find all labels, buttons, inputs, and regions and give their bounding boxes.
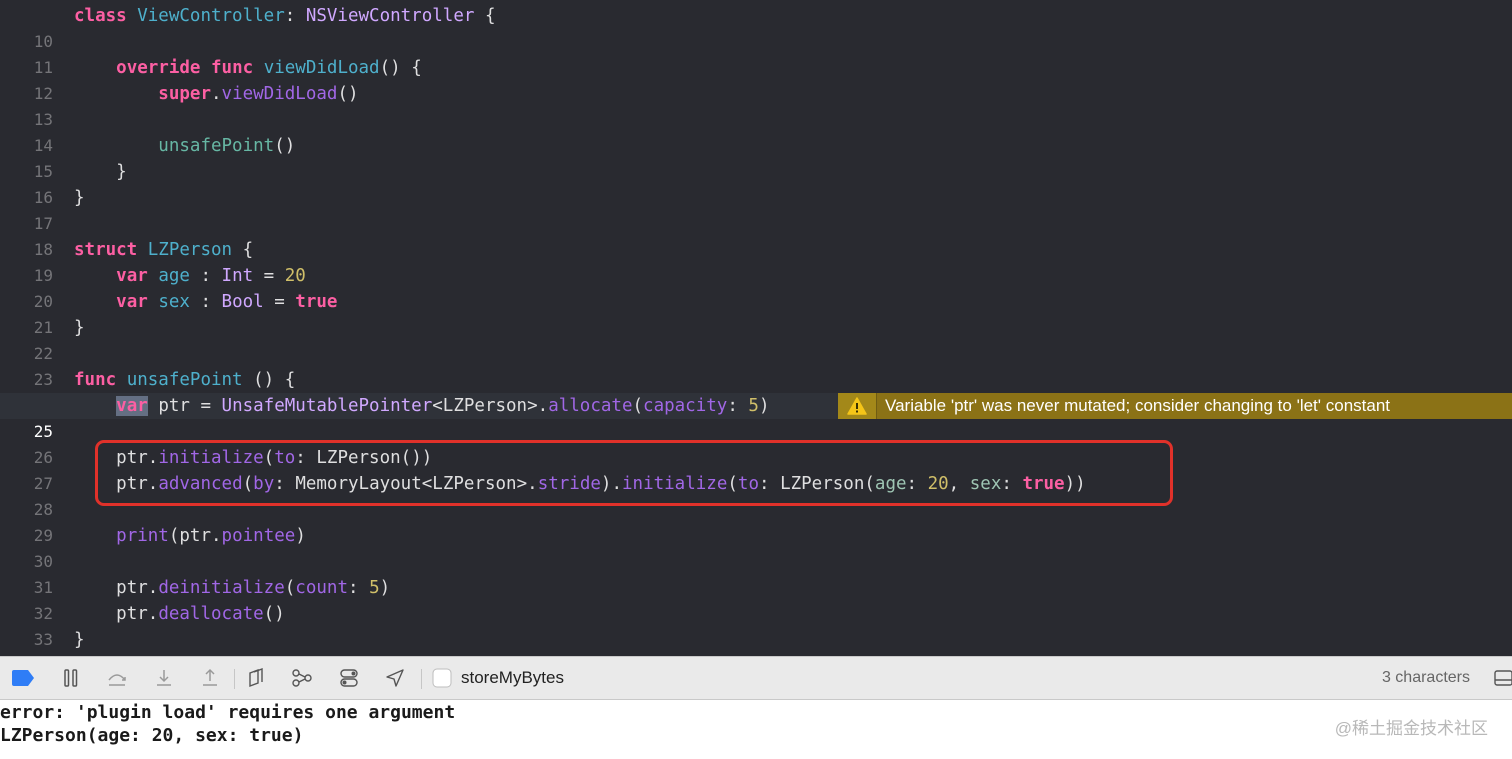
code-line[interactable]: 23: [0, 341, 1512, 389]
code-line[interactable]: 18: [0, 211, 1512, 259]
inline-warning[interactable]: Variable 'ptr' was never mutated; consid…: [838, 393, 1512, 419]
debug-console[interactable]: error: 'plugin load' requires one argume…: [0, 700, 1512, 759]
toolbar-divider: [234, 669, 235, 689]
selected-token: var: [116, 396, 148, 416]
step-into-icon[interactable]: [151, 665, 177, 691]
line-code: func unsafePoint () {: [74, 370, 296, 390]
line-code: override func viewDidLoad() {: [116, 58, 422, 78]
code-line[interactable]: 34 }: [0, 627, 1512, 653]
line-code: ptr.deallocate(): [116, 604, 285, 624]
character-count: 3 characters: [1381, 669, 1470, 686]
debug-process-label[interactable]: storeMyBytes: [461, 668, 564, 688]
warning-message: Variable 'ptr' was never mutated; consid…: [885, 396, 1391, 415]
line-code: class ViewController: NSViewController {: [74, 6, 496, 26]
code-line[interactable]: 20 var age : Int = 20: [0, 263, 1512, 311]
warning-triangle-icon[interactable]: [838, 393, 877, 419]
code-editor[interactable]: 10 class ViewController: NSViewControlle…: [0, 0, 1512, 656]
line-code: }: [74, 630, 85, 650]
debug-toolbar: storeMyBytes 3 characters: [0, 656, 1512, 700]
code-line[interactable]: 22 }: [0, 315, 1512, 363]
line-code: }: [74, 318, 85, 338]
console-line: LZPerson(age: 20, sex: true): [0, 725, 304, 746]
process-app-icon[interactable]: [430, 665, 454, 691]
pause-icon[interactable]: [58, 665, 84, 691]
watermark: @稀土掘金技术社区: [1334, 719, 1488, 738]
code-line[interactable]: 33 ptr.deallocate(): [0, 601, 1512, 649]
code-line[interactable]: 15 unsafePoint(): [0, 133, 1512, 181]
code-line[interactable]: 12 override func viewDidLoad() {: [0, 55, 1512, 103]
code-line[interactable]: 13 super.viewDidLoad(): [0, 81, 1512, 129]
code-line[interactable]: 31: [0, 549, 1512, 597]
environment-overrides-icon[interactable]: [336, 665, 362, 691]
line-code: }: [116, 162, 127, 182]
line-code: var age : Int = 20: [116, 266, 306, 286]
toolbar-divider: [421, 669, 422, 689]
breakpoints-toggle-icon[interactable]: [10, 665, 36, 691]
code-line[interactable]: 19 struct LZPerson {: [0, 237, 1512, 285]
view-hierarchy-icon[interactable]: [243, 665, 269, 691]
annotation-highlight-box: [95, 440, 1173, 506]
line-code: struct LZPerson {: [74, 240, 254, 260]
line-code: print(ptr.pointee): [116, 526, 306, 546]
code-line[interactable]: 24 func unsafePoint () {: [0, 367, 1512, 415]
toggle-console-icon[interactable]: [1492, 665, 1512, 691]
code-line[interactable]: 17 }: [0, 185, 1512, 233]
code-line[interactable]: 16 }: [0, 159, 1512, 207]
memory-graph-icon[interactable]: [289, 665, 315, 691]
step-over-icon[interactable]: [104, 665, 130, 691]
line-code: super.viewDidLoad(): [158, 84, 359, 104]
line-code: var ptr = UnsafeMutablePointer<LZPerson>…: [116, 396, 770, 416]
code-line[interactable]: 32 ptr.deinitialize(count: 5): [0, 575, 1512, 623]
step-out-icon[interactable]: [197, 665, 223, 691]
code-line[interactable]: 30 print(ptr.pointee): [0, 523, 1512, 571]
console-line: error: 'plugin load' requires one argume…: [0, 702, 456, 723]
line-code: unsafePoint(): [158, 136, 296, 156]
code-line[interactable]: 21 var sex : Bool = true: [0, 289, 1512, 337]
code-line[interactable]: 14: [0, 107, 1512, 155]
code-line[interactable]: 11: [0, 29, 1512, 77]
line-code: var sex : Bool = true: [116, 292, 338, 312]
code-line[interactable]: 10 class ViewController: NSViewControlle…: [0, 3, 1512, 51]
line-code: ptr.deinitialize(count: 5): [116, 578, 391, 598]
simulate-location-icon[interactable]: [382, 665, 408, 691]
line-code: }: [74, 188, 85, 208]
